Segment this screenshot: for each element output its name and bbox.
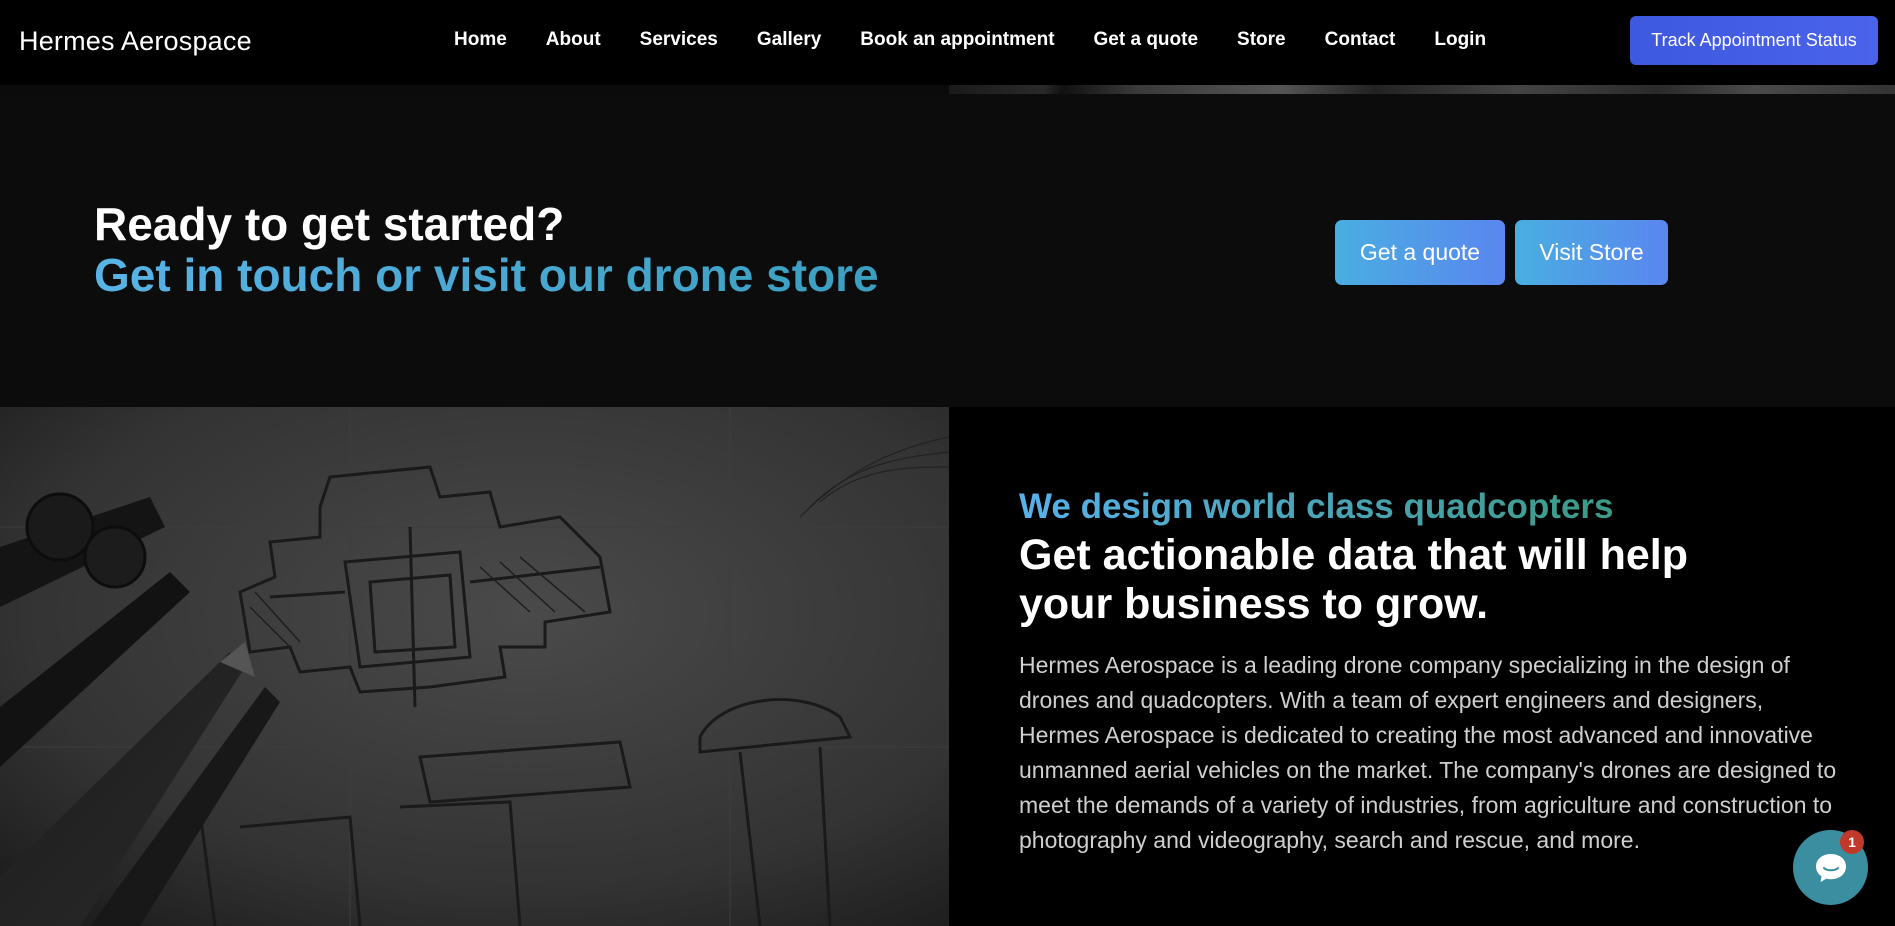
brand-logo[interactable]: Hermes Aerospace — [19, 26, 252, 57]
nav-link-get-quote[interactable]: Get a quote — [1094, 29, 1199, 51]
feature-headline: Get actionable data that will help your … — [1019, 531, 1688, 628]
section-edge — [0, 85, 949, 94]
get-quote-button[interactable]: Get a quote — [1335, 220, 1505, 285]
nav-link-home[interactable]: Home — [454, 29, 507, 51]
feature-section: We design world class quadcopters Get ac… — [949, 407, 1895, 926]
cta-title: Ready to get started? — [94, 198, 565, 250]
cta-subtitle: Get in touch or visit our drone store — [94, 249, 879, 301]
nav-link-contact[interactable]: Contact — [1325, 29, 1396, 51]
feature-kicker: We design world class quadcopters — [1019, 487, 1614, 526]
nav-link-gallery[interactable]: Gallery — [757, 29, 821, 51]
blueprint-drawing-image — [0, 407, 949, 926]
visit-store-button[interactable]: Visit Store — [1515, 220, 1668, 285]
top-navbar: Hermes Aerospace Home About Services Gal… — [0, 0, 1895, 85]
feature-description: Hermes Aerospace is a leading drone comp… — [1019, 652, 1837, 853]
nav-link-about[interactable]: About — [546, 29, 601, 51]
chat-bubble-icon — [1815, 853, 1846, 882]
nav-links: Home About Services Gallery Book an appo… — [454, 29, 1486, 51]
nav-link-services[interactable]: Services — [640, 29, 718, 51]
hero-image-edge — [949, 85, 1895, 94]
nav-link-login[interactable]: Login — [1434, 29, 1486, 51]
track-appointment-button[interactable]: Track Appointment Status — [1630, 16, 1878, 65]
nav-link-store[interactable]: Store — [1237, 29, 1286, 51]
cta-section: Ready to get started? Get in touch or vi… — [0, 94, 1895, 407]
chat-unread-badge: 1 — [1840, 830, 1864, 854]
nav-link-book-appointment[interactable]: Book an appointment — [860, 29, 1054, 51]
